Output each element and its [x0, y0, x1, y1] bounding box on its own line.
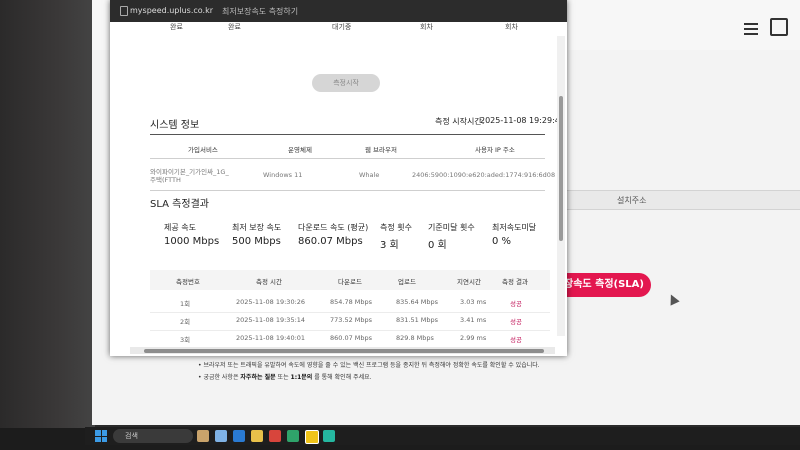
- service-value-2: 주택(FTTH: [150, 176, 181, 184]
- status-cell: 대기중: [332, 23, 352, 31]
- status-cell: 완료: [228, 23, 241, 31]
- system-info-title: 시스템 정보: [150, 120, 200, 131]
- inquiry-link[interactable]: 1:1문의: [291, 374, 313, 381]
- app-icon[interactable]: [305, 430, 319, 444]
- install-address-header: 설치주소: [565, 190, 800, 210]
- start-time-label: 측정 시작시간:: [435, 117, 485, 126]
- start-time-value: 2025-11-08 19:29:41: [480, 116, 565, 125]
- popup-title: 최저보장속도 측정하기: [222, 7, 299, 16]
- whale-icon[interactable]: [323, 430, 335, 442]
- install-address-label: 설치주소: [617, 196, 647, 205]
- results-table-header: 측정번호 측정 시간 다운로드 업로드 지연시간 측정 결과: [150, 270, 550, 290]
- ip-value: 2406:5900:1090:e620:aded:1774:916:6d08: [412, 171, 556, 179]
- app-icon[interactable]: [233, 430, 245, 442]
- popup-url: myspeed.uplus.co.kr: [130, 6, 214, 15]
- divider: [150, 190, 545, 191]
- result-badge: 성공: [510, 318, 522, 326]
- sla-title: SLA 측정결과: [150, 199, 209, 210]
- app-icon[interactable]: [287, 430, 299, 442]
- status-cell: 회차: [505, 23, 518, 31]
- divider: [150, 134, 545, 135]
- measure-start-button[interactable]: 측정시작: [312, 74, 380, 92]
- sla-labels: 제공 속도 최저 보장 속도 다운로드 속도 (평균) 측정 횟수 기준미달 횟…: [164, 223, 537, 232]
- horizontal-scrollbar[interactable]: [130, 347, 555, 354]
- divider: [150, 158, 545, 159]
- system-info-row: 와이파이기본_기가인싸_1G_ 주택(FTTH Windows 11 Whale…: [150, 162, 555, 188]
- status-cell: 회차: [420, 23, 433, 31]
- vertical-scrollbar[interactable]: [557, 36, 565, 336]
- sla-measure-button[interactable]: 장속도 측정(SLA): [557, 273, 651, 297]
- os-value: Windows 11: [263, 171, 303, 179]
- notice-line-2: • 궁금한 사항은 자주하는 질문 또는 1:1문의 를 통해 확인해 주세요.: [198, 374, 372, 381]
- notice-line-1: • 브라우저 또는 트래픽을 유발하여 속도에 영향을 줄 수 있는 백신 프로…: [198, 362, 540, 369]
- status-row: 완료 완료 대기중 회차 회차: [110, 22, 550, 34]
- notice-text: • 브라우저 또는 트래픽을 유발하여 속도에 영향을 줄 수 있는 백신 프로…: [198, 360, 578, 384]
- app-grid-icon[interactable]: [770, 18, 788, 36]
- system-info-header: 가입서비스 운영체제 웹 브라우저 사용자 IP 주소: [188, 146, 515, 154]
- table-row: 3회 2025-11-08 19:40:01 860.07 Mbps 829.8…: [150, 328, 550, 349]
- result-badge: 성공: [510, 336, 522, 344]
- app-icon[interactable]: [215, 430, 227, 442]
- windows-start-icon[interactable]: [95, 430, 107, 442]
- lock-icon: [120, 6, 128, 16]
- monitor-bezel: [0, 0, 95, 430]
- status-cell: 완료: [170, 23, 183, 31]
- folder-icon[interactable]: [251, 430, 263, 442]
- faq-link[interactable]: 자주하는 질문: [240, 374, 275, 381]
- scroll-thumb[interactable]: [144, 349, 544, 353]
- hamburger-menu-icon[interactable]: [744, 20, 758, 38]
- taskbar-search[interactable]: 검색: [113, 429, 193, 443]
- scroll-thumb[interactable]: [559, 96, 563, 241]
- app-icon[interactable]: [269, 430, 281, 442]
- taskbar: 검색: [85, 427, 800, 445]
- sla-values: 1000 Mbps 500 Mbps 860.07 Mbps 3 회 0 회 0…: [164, 236, 512, 251]
- app-icon[interactable]: [197, 430, 209, 442]
- result-badge: 성공: [510, 300, 522, 308]
- popup-titlebar: myspeed.uplus.co.kr 최저보장속도 측정하기: [110, 0, 567, 22]
- browser-value: Whale: [359, 171, 380, 179]
- speed-test-popup: myspeed.uplus.co.kr 최저보장속도 측정하기 완료 완료 대기…: [110, 0, 567, 356]
